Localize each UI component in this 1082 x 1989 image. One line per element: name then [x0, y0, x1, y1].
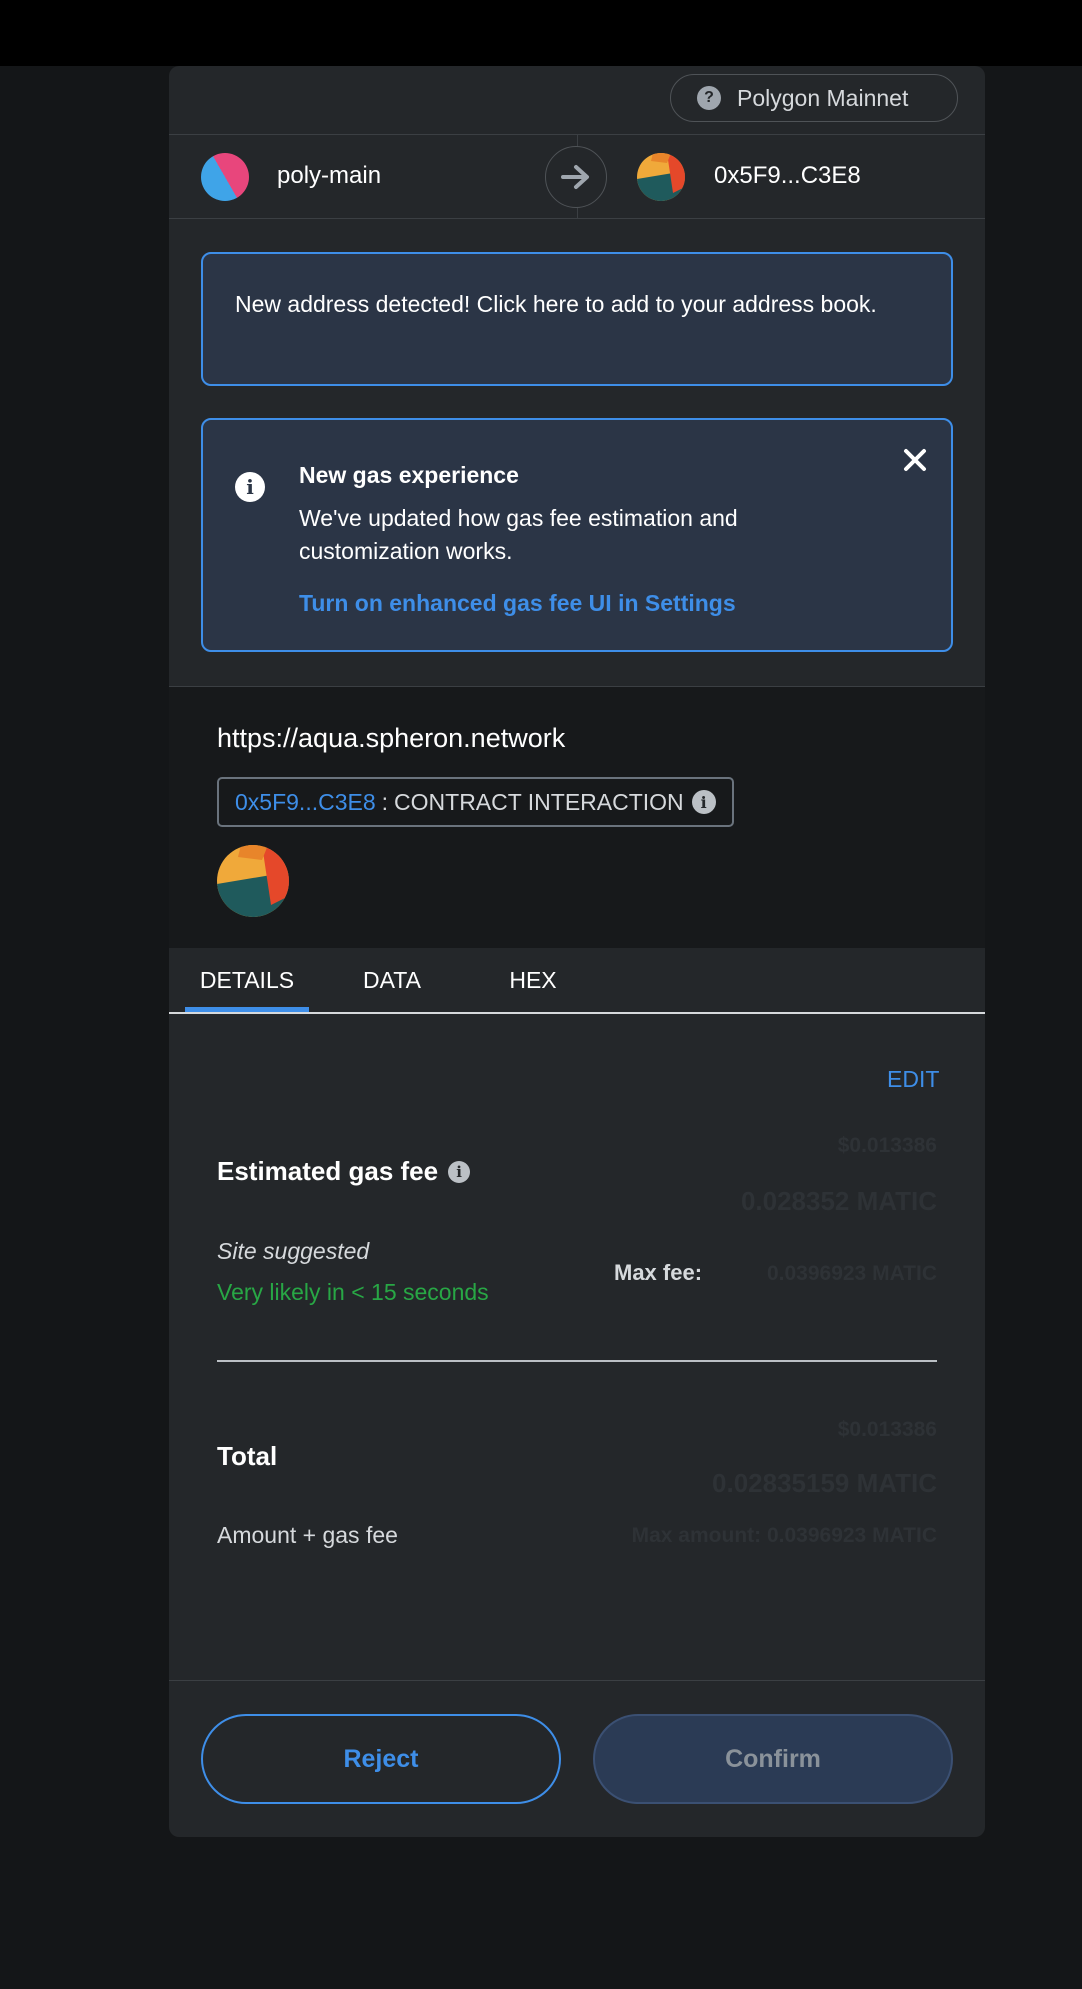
top-bar [0, 0, 1082, 66]
likelihood-label: Very likely in < 15 seconds [217, 1279, 489, 1305]
details-divider [217, 1360, 937, 1362]
recipient-avatar [637, 153, 685, 201]
new-address-banner[interactable]: New address detected! Click here to add … [201, 252, 953, 386]
total-native: 0.02835159 MATIC [712, 1468, 937, 1498]
gas-banner-title: New gas experience [299, 462, 519, 488]
contract-separator: : [381, 788, 389, 815]
new-gas-experience-banner: i New gas experience We've updated how g… [201, 418, 953, 652]
footer: Reject Confirm [169, 1680, 985, 1837]
edit-button[interactable]: EDIT [887, 1066, 939, 1093]
close-icon[interactable] [899, 444, 931, 476]
amount-plus-gas-label: Amount + gas fee [217, 1522, 398, 1548]
sender-name: poly-main [277, 162, 382, 189]
max-amount: Max amount: 0.0396923 MATIC [631, 1524, 937, 1547]
confirm-button[interactable]: Confirm [593, 1714, 953, 1804]
max-fee-value: 0.0396923 MATIC [766, 1262, 937, 1285]
total-label: Total [217, 1441, 278, 1471]
info-icon[interactable]: i [691, 790, 716, 814]
max-fee-label: Max fee: [614, 1260, 703, 1285]
contract-interaction-box: 0x5F9...C3E8 : CONTRACT INTERACTION i [217, 777, 734, 827]
reject-button[interactable]: Reject [201, 1714, 561, 1804]
sender-avatar [201, 153, 249, 201]
enhanced-gas-settings-link[interactable]: Turn on enhanced gas fee UI in Settings [299, 590, 736, 617]
estimated-gas-fee-label: Estimated gas fee [217, 1156, 439, 1186]
contract-interaction-label: CONTRACT INTERACTION [394, 788, 684, 815]
tab-data[interactable]: DATA [345, 948, 439, 1012]
transaction-tabs: DETAILS DATA HEX [169, 948, 985, 1014]
contract-avatar [217, 845, 289, 917]
site-suggested-label: Site suggested [217, 1238, 370, 1264]
contract-address-link[interactable]: 0x5F9...C3E8 [235, 789, 376, 816]
gas-fee-native: 0.028352 MATIC [740, 1186, 937, 1216]
tab-details[interactable]: DETAILS [185, 948, 309, 1012]
info-icon: i [235, 472, 265, 502]
origin-url: https://aqua.spheron.network [217, 723, 566, 753]
sender-recipient-row: poly-main 0x5F9...C3E8 [169, 134, 985, 219]
confirm-transaction-popup: ? Polygon Mainnet poly-main 0x5F9...C3E8… [169, 66, 985, 1837]
origin-section: https://aqua.spheron.network 0x5F9...C3E… [169, 686, 985, 949]
network-header: ? Polygon Mainnet [169, 66, 985, 135]
estimated-gas-fee-row: Estimated gas fee i [217, 1156, 471, 1187]
arrow-right-icon [545, 146, 607, 208]
gas-banner-body: We've updated how gas fee estimation and… [299, 505, 738, 564]
network-label: Polygon Mainnet [737, 84, 909, 111]
network-selector[interactable]: ? Polygon Mainnet [670, 74, 958, 122]
total-fiat: $0.013386 [837, 1418, 937, 1441]
info-icon[interactable]: i [448, 1160, 471, 1183]
recipient-address[interactable]: 0x5F9...C3E8 [714, 162, 861, 190]
gas-fee-fiat: $0.013386 [837, 1134, 937, 1157]
tab-hex[interactable]: HEX [489, 948, 577, 1012]
question-icon: ? [697, 86, 721, 110]
